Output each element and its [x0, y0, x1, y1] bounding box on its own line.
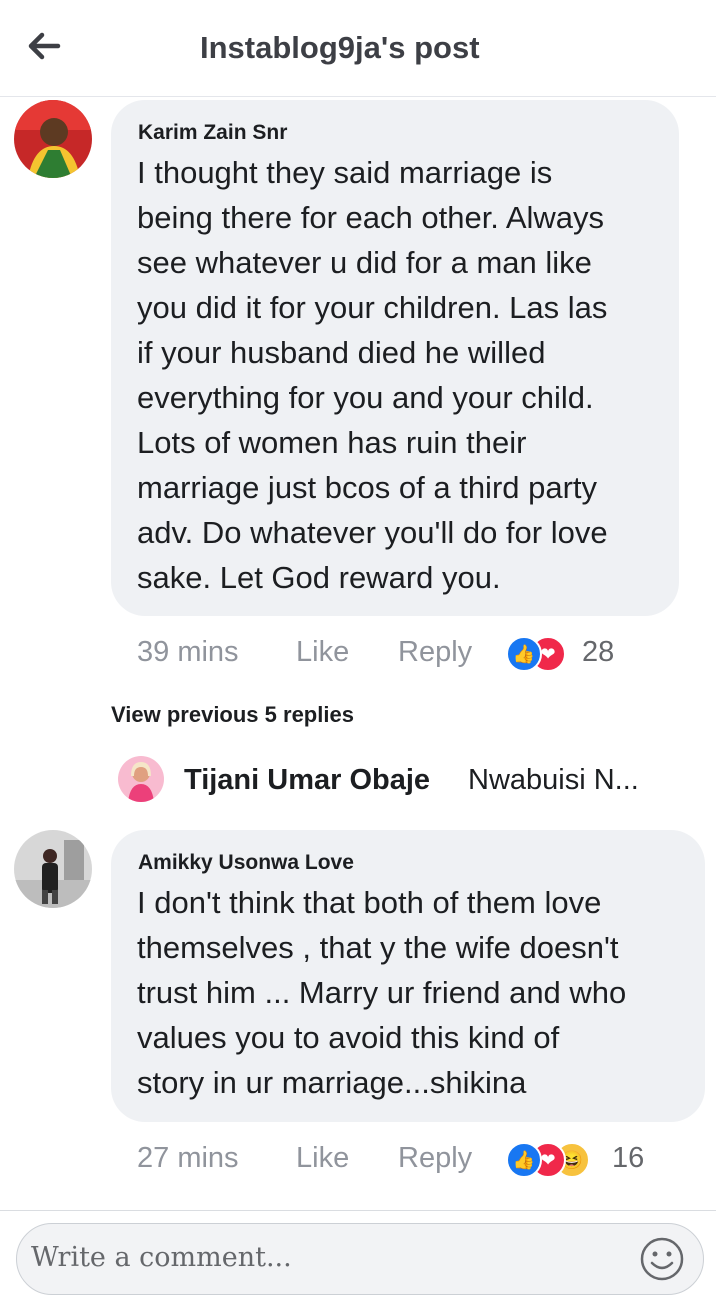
reactions-summary[interactable]: ❤ 👍	[506, 636, 586, 672]
back-arrow-icon	[28, 32, 61, 60]
like-button[interactable]: Like	[296, 1142, 349, 1175]
comment-input[interactable]: Write a comment...	[16, 1223, 704, 1295]
comment-author[interactable]: Karim Zain Snr	[138, 121, 287, 145]
reply-author[interactable]: Tijani Umar Obaje	[184, 764, 430, 797]
like-reaction-icon: 👍	[506, 636, 542, 672]
back-button[interactable]	[24, 26, 64, 66]
reply-preview[interactable]: Tijani Umar Obaje Nwabuisi N...	[118, 756, 688, 806]
reaction-count[interactable]: 16	[612, 1142, 644, 1175]
page-title: Instablog9ja's post	[200, 30, 480, 65]
reply-button[interactable]: Reply	[398, 636, 472, 669]
like-button[interactable]: Like	[296, 636, 349, 669]
reaction-count[interactable]: 28	[582, 636, 614, 669]
comment-author[interactable]: Amikky Usonwa Love	[138, 851, 354, 875]
emoji-button[interactable]	[639, 1236, 685, 1282]
reply-snippet: Nwabuisi N...	[468, 764, 639, 796]
view-previous-replies-link[interactable]: View previous 5 replies	[111, 702, 354, 728]
comment-text: I don't think that both of them love the…	[137, 885, 627, 1100]
avatar	[118, 756, 164, 802]
avatar[interactable]	[14, 100, 92, 178]
comment-timestamp: 39 mins	[137, 636, 239, 668]
comment-placeholder: Write a comment...	[31, 1242, 292, 1273]
smiley-icon	[640, 1237, 684, 1281]
avatar[interactable]	[14, 830, 92, 908]
reactions-summary[interactable]: 😆 ❤ 👍	[506, 1142, 606, 1178]
reply-button[interactable]: Reply	[398, 1142, 472, 1175]
comment-composer-bar: Write a comment...	[0, 1210, 716, 1309]
comment-timestamp: 27 mins	[137, 1142, 239, 1174]
header-bar: Instablog9ja's post	[0, 0, 716, 97]
comment-text: I thought they said marriage is being th…	[137, 155, 608, 595]
like-reaction-icon: 👍	[506, 1142, 542, 1178]
